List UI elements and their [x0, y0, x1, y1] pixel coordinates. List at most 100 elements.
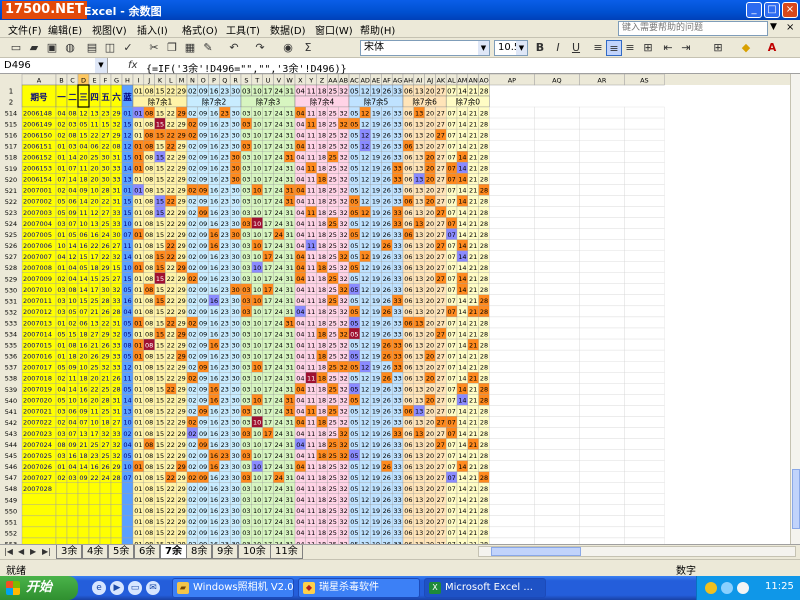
blank-cell[interactable]: [579, 261, 625, 273]
blank-cell[interactable]: [624, 250, 665, 262]
blank-cell[interactable]: [624, 405, 665, 417]
blank-cell[interactable]: [624, 504, 665, 516]
insert-hyperlink-icon[interactable]: ◉: [280, 40, 296, 56]
maximize-button[interactable]: □: [764, 2, 780, 18]
open-icon[interactable]: ▰: [26, 40, 42, 56]
sheet-tab[interactable]: 5余: [108, 545, 135, 559]
ball-cell[interactable]: [55, 526, 68, 539]
grid-canvas[interactable]: A B C D E F G H I J K L M N O P Q R S T U V W X Y Z AA AB AC AD AE AF AG…: [0, 74, 790, 544]
vertical-scrollbar[interactable]: [790, 74, 800, 544]
period-cell[interactable]: [21, 504, 57, 517]
blank-cell[interactable]: [579, 471, 625, 483]
blank-cell[interactable]: [579, 526, 625, 539]
blank-cell[interactable]: [579, 327, 625, 340]
merge-center-icon[interactable]: ⊞: [640, 40, 656, 56]
blank-cell[interactable]: [579, 151, 625, 163]
blank-cell[interactable]: [534, 405, 580, 417]
menu-help[interactable]: 帮助(H): [360, 22, 395, 37]
name-box[interactable]: D496 ▼: [0, 58, 108, 73]
blank-cell[interactable]: [489, 471, 535, 483]
ball-cell[interactable]: [66, 482, 79, 494]
blank-cell[interactable]: [624, 162, 665, 174]
blank-cell[interactable]: [624, 106, 665, 119]
ball-cell[interactable]: [110, 482, 123, 494]
blank-cell[interactable]: [624, 305, 665, 318]
blank-cell[interactable]: [624, 460, 665, 472]
blank-cell[interactable]: [534, 140, 580, 152]
decrease-indent-icon[interactable]: ⇤: [660, 40, 676, 56]
task-excel[interactable]: X Microsoft Excel ...: [424, 578, 546, 598]
blank-cell[interactable]: [534, 504, 580, 516]
blank-cell[interactable]: [489, 482, 535, 494]
borders-icon[interactable]: ⊞: [710, 40, 726, 56]
blank-cell[interactable]: [489, 106, 535, 119]
redo-icon[interactable]: ↷: [252, 40, 268, 56]
chevron-down-icon[interactable]: ▼: [478, 41, 489, 55]
blank-cell[interactable]: [624, 482, 665, 494]
blank-cell[interactable]: [624, 151, 665, 163]
blank-cell[interactable]: [489, 515, 535, 528]
blank-cell[interactable]: [534, 338, 580, 351]
blank-cell[interactable]: [624, 383, 665, 395]
blank-cell[interactable]: [579, 250, 625, 262]
blank-cell[interactable]: [534, 360, 580, 373]
task-antivirus[interactable]: ◆ 瑞星杀毒软件: [298, 578, 420, 598]
blank-cell[interactable]: [579, 195, 625, 207]
blank-cell[interactable]: [534, 316, 580, 329]
ball-cell[interactable]: [66, 504, 79, 517]
blank-cell[interactable]: [624, 327, 665, 340]
font-size-select[interactable]: 10.5 ▼: [494, 40, 528, 56]
ball-cell[interactable]: [55, 493, 68, 506]
blank-cell[interactable]: [489, 239, 535, 251]
blank-cell[interactable]: [579, 305, 625, 318]
blank-cell[interactable]: [489, 338, 535, 351]
blank-cell[interactable]: [534, 416, 580, 428]
italic-button[interactable]: I: [550, 40, 566, 56]
blank-cell[interactable]: [579, 427, 625, 439]
ball-cell[interactable]: [121, 526, 134, 539]
ball-cell[interactable]: [77, 504, 90, 517]
align-center-icon[interactable]: ≡: [606, 40, 622, 56]
blank-cell[interactable]: [579, 140, 625, 152]
blank-cell[interactable]: [489, 493, 535, 505]
blank-cell[interactable]: [489, 151, 535, 163]
ball-cell[interactable]: [99, 493, 112, 506]
ball-cell[interactable]: [88, 504, 101, 517]
desktop-icon[interactable]: ▭: [128, 581, 142, 595]
blank-cell[interactable]: [579, 438, 625, 450]
ball-cell[interactable]: [55, 515, 68, 528]
blank-cell[interactable]: [534, 526, 580, 539]
blank-cell[interactable]: [579, 338, 625, 351]
blank-cell[interactable]: [579, 493, 625, 505]
task-camera[interactable]: ▰ Windows照相机 V2.0: [172, 578, 294, 598]
ie-icon[interactable]: e: [92, 581, 106, 595]
blank-cell[interactable]: [534, 173, 580, 185]
menu-format[interactable]: 格式(O): [182, 22, 218, 37]
sheet-tab[interactable]: 4余: [82, 545, 109, 559]
menu-file[interactable]: 文件(F): [8, 22, 42, 37]
blank-cell[interactable]: [624, 294, 665, 307]
blank-cell[interactable]: [489, 228, 535, 240]
period-cell[interactable]: [21, 526, 57, 539]
blank-cell[interactable]: [534, 427, 580, 439]
blank-cell[interactable]: [534, 305, 580, 318]
blank-cell[interactable]: [489, 250, 535, 262]
blank-cell[interactable]: [624, 416, 665, 428]
help-dropdown-icon[interactable]: ▼: [770, 22, 777, 32]
autosum-icon[interactable]: Σ: [300, 40, 316, 56]
blank-cell[interactable]: [579, 482, 625, 494]
blank-cell[interactable]: [489, 383, 535, 395]
first-sheet-icon[interactable]: |◀: [4, 547, 13, 556]
blank-cell[interactable]: [624, 349, 665, 362]
period-cell[interactable]: [21, 515, 57, 528]
tray-volume-icon[interactable]: [737, 582, 749, 594]
sheet-tab[interactable]: 11余: [270, 545, 303, 559]
blank-cell[interactable]: [534, 438, 580, 450]
ball-cell[interactable]: [121, 504, 134, 517]
underline-button[interactable]: U: [568, 40, 584, 56]
blank-cell[interactable]: [579, 372, 625, 384]
blank-cell[interactable]: [579, 294, 625, 307]
ball-cell[interactable]: [88, 526, 101, 539]
blank-cell[interactable]: [624, 206, 665, 218]
horizontal-scroll-thumb[interactable]: [491, 547, 581, 556]
